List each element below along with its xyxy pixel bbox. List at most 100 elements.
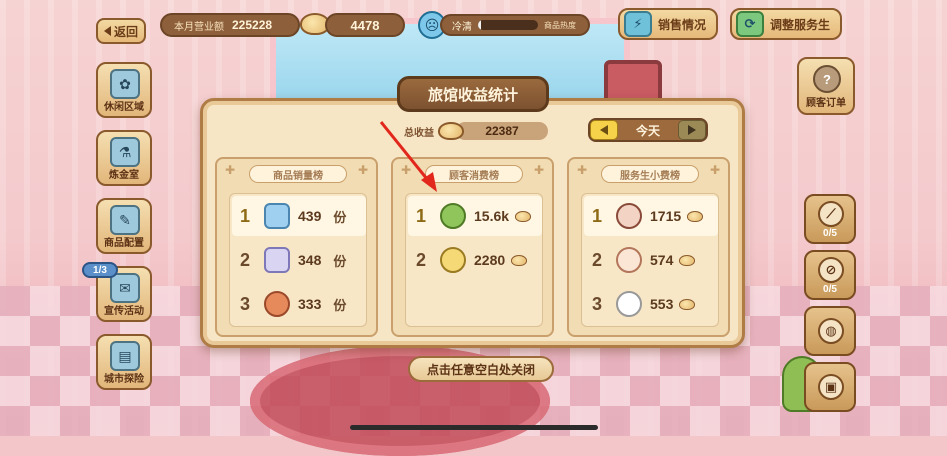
pizza-thumbnail — [264, 291, 290, 317]
spending-value: 2280 — [474, 252, 506, 268]
tip-value: 574 — [650, 252, 674, 268]
customer-spending-list: 1 15.6k 2 2280 — [405, 193, 543, 327]
customer-orders-label: 顾客订单 — [806, 98, 846, 109]
prev-day-button[interactable] — [590, 120, 618, 140]
close-hint-button[interactable]: 点击任意空白处关闭 — [408, 356, 554, 382]
waiter-tips-panel: ✚ ✚ 服务生小费榜 1 1715 2 574 3 553 — [567, 157, 730, 337]
globe-button[interactable]: ◍ — [804, 306, 856, 356]
slot-1-count: 0/5 — [823, 228, 837, 239]
popularity-meter: ☹ 冷清 商品热度 — [418, 10, 598, 40]
alchemy-room-label: 炼金室 — [109, 170, 139, 181]
sales-count: 348 — [298, 252, 322, 268]
product-config-label: 商品配置 — [104, 238, 144, 249]
heat-label: 商品热度 — [544, 20, 576, 30]
customer-avatar — [440, 203, 466, 229]
heat-pill: 冷清 商品热度 — [440, 14, 590, 36]
product-config-button[interactable]: ✎ 商品配置 — [96, 198, 152, 254]
chart-icon: ⚡ — [624, 11, 652, 37]
list-item: 3 333 份 — [232, 284, 366, 324]
rank-number: 1 — [416, 205, 427, 226]
list-item: 2 348 份 — [232, 240, 366, 280]
bun-coin-icon — [679, 254, 696, 266]
leisure-area-button[interactable]: ✿ 休闲区域 — [96, 62, 152, 118]
sales-report-button[interactable]: ⚡ 销售情况 — [618, 8, 718, 40]
waiter-tips-title: 服务生小费榜 — [601, 165, 699, 183]
coins-value: 4478 — [350, 17, 380, 33]
plus-ornament: ✚ — [533, 163, 544, 177]
rank-number: 2 — [416, 249, 427, 270]
sales-count: 439 — [298, 208, 322, 224]
potion-icon: ⚗ — [110, 137, 140, 167]
city-explore-label: 城市探险 — [104, 374, 144, 385]
tip-value: 553 — [650, 296, 674, 312]
day-label: 今天 — [635, 123, 660, 138]
sales-count: 333 — [298, 296, 322, 312]
day-selector: 今天 — [588, 118, 708, 142]
camera-icon: ▣ — [818, 374, 844, 400]
back-label: 返回 — [113, 24, 138, 39]
sales-report-label: 销售情况 — [658, 17, 707, 32]
bun-coin-icon — [438, 122, 464, 140]
plus-ornament: ✚ — [225, 163, 236, 177]
rank-number: 1 — [592, 205, 603, 226]
modal-title: 旅馆收益统计 — [397, 76, 549, 112]
promotion-count-badge: 1/3 — [82, 262, 118, 278]
bun-coin-icon — [687, 210, 704, 222]
product-thumbnail — [264, 247, 290, 273]
waiter-avatar — [616, 247, 642, 273]
tip-value: 1715 — [650, 208, 682, 224]
camera-button[interactable]: ▣ — [804, 362, 856, 412]
heat-bar — [478, 20, 538, 30]
customer-orders-button[interactable]: ? 顾客订单 — [797, 57, 855, 115]
book-icon: ▤ — [110, 341, 140, 371]
list-item: 1 439 份 — [232, 196, 366, 236]
waiter-avatar — [616, 203, 642, 229]
chevron-left-icon — [600, 125, 608, 135]
megaphone-icon: ✉ — [110, 273, 140, 303]
back-arrow-icon — [103, 26, 111, 36]
adjust-staff-label: 调整服务生 — [770, 17, 831, 32]
red-annotation-arrow — [379, 121, 437, 192]
globe-icon: ◍ — [818, 318, 844, 344]
list-item: 3 553 — [584, 284, 718, 324]
leisure-area-label: 休闲区域 — [104, 102, 144, 113]
month-revenue-display: 本月营业额 225228 — [160, 13, 300, 37]
refresh-icon: ⟳ — [736, 11, 764, 37]
month-revenue-value: 225228 — [232, 18, 273, 32]
tools-icon: ✎ — [110, 205, 140, 235]
home-indicator[interactable] — [350, 425, 598, 430]
adjust-staff-button[interactable]: ⟳ 调整服务生 — [730, 8, 842, 40]
bun-coin-icon — [511, 254, 528, 266]
rank-number: 3 — [592, 293, 603, 314]
rank-number: 1 — [240, 205, 251, 226]
total-revenue-value: 22387 — [456, 122, 548, 140]
product-sales-list: 1 439 份 2 348 份 3 333 份 — [229, 193, 367, 327]
waiter-avatar — [616, 291, 642, 317]
bun-coin-icon — [515, 210, 532, 222]
next-day-button[interactable] — [677, 120, 706, 140]
slot-2-button[interactable]: ⊘ 0/5 — [804, 250, 856, 300]
bun-coin-icon — [679, 298, 696, 310]
coins-display: 4478 — [325, 13, 405, 37]
status-word: 冷清 — [452, 21, 472, 33]
product-thumbnail — [264, 203, 290, 229]
list-item: 1 15.6k — [408, 196, 542, 236]
back-button[interactable]: 返回 — [96, 18, 146, 44]
plus-ornament: ✚ — [577, 163, 588, 177]
promotion-label: 宣传活动 — [104, 306, 144, 317]
customer-avatar — [440, 247, 466, 273]
product-sales-panel: ✚ ✚ 商品销量榜 1 439 份 2 348 份 3 333 份 — [215, 157, 378, 337]
alchemy-room-button[interactable]: ⚗ 炼金室 — [96, 130, 152, 186]
heat-bar-fill — [478, 20, 481, 30]
list-item: 2 2280 — [408, 240, 542, 280]
city-explore-button[interactable]: ▤ 城市探险 — [96, 334, 152, 390]
rank-number: 2 — [592, 249, 603, 270]
waiter-tips-list: 1 1715 2 574 3 553 — [581, 193, 719, 327]
spending-value: 15.6k — [474, 208, 510, 224]
list-item: 2 574 — [584, 240, 718, 280]
product-sales-title: 商品销量榜 — [249, 165, 347, 183]
slot-2-count: 0/5 — [823, 284, 837, 295]
slot-1-button[interactable]: ⟋ 0/5 — [804, 194, 856, 244]
racket-icon: ⊘ — [818, 257, 844, 283]
rank-number: 2 — [240, 249, 251, 270]
